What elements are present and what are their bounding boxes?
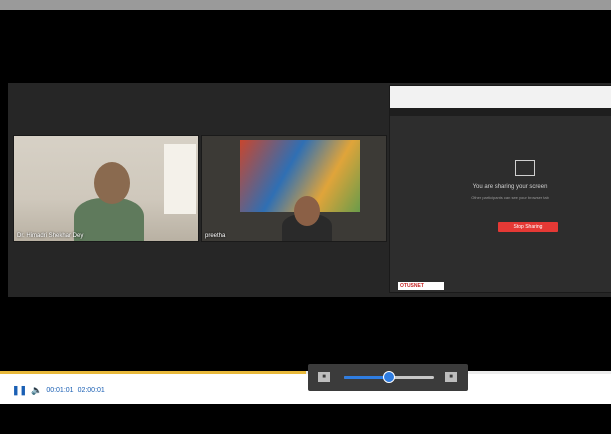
zoom-in-icon[interactable]: ■ xyxy=(445,372,457,382)
wall-board xyxy=(164,144,196,214)
participant-1-body xyxy=(74,198,144,241)
participant-tile-1: Dr. Himadri Shekhar Dey xyxy=(13,135,199,242)
progress-bar[interactable] xyxy=(0,371,611,374)
screen-share-tile: You are sharing your screen Other partic… xyxy=(389,85,611,293)
share-message-body: Other participants can see your browser … xyxy=(471,195,549,200)
share-message-title: You are sharing your screen xyxy=(472,184,548,190)
participant-1-name: Dr. Himadri Shekhar Dey xyxy=(17,233,84,239)
player-controls: ❚❚ 🔈 00:01:01 02:00:01 xyxy=(0,371,611,434)
duration: 02:00:01 xyxy=(77,386,105,394)
meeting-view: Dr. Himadri Shekhar Dey preetha You are … xyxy=(8,83,611,297)
current-time: 00:01:01 xyxy=(46,386,74,394)
share-logo: OTUSNET xyxy=(398,282,444,290)
top-strip xyxy=(0,0,611,10)
participant-2-name: preetha xyxy=(205,233,226,239)
participant-tile-2: preetha xyxy=(201,135,387,242)
shared-browser-toolbar xyxy=(390,86,611,108)
share-message: You are sharing your screen Other partic… xyxy=(460,184,560,200)
participant-2-head xyxy=(294,196,320,226)
zoom-out-icon[interactable]: ■ xyxy=(318,372,330,382)
shared-browser-header xyxy=(390,108,611,116)
zoom-knob[interactable] xyxy=(383,371,395,383)
bottom-band xyxy=(0,404,611,434)
progress-fill xyxy=(0,371,306,374)
participant-1-head xyxy=(94,162,130,204)
control-row: ❚❚ 🔈 00:01:01 02:00:01 xyxy=(12,384,105,396)
volume-icon[interactable]: 🔈 xyxy=(31,385,42,396)
pause-icon[interactable]: ❚❚ xyxy=(12,385,27,396)
zoom-popup: ■ ■ xyxy=(308,364,468,391)
stop-sharing-button[interactable]: Stop Sharing xyxy=(498,222,558,232)
screen-share-icon xyxy=(515,160,535,176)
